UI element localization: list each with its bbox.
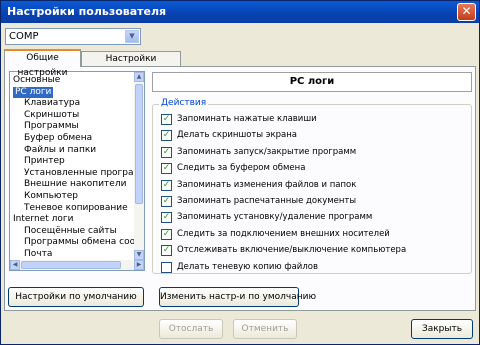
option-label: Запоминать изменения файлов и папок <box>177 179 357 190</box>
tree-item[interactable]: Буфер обмена <box>24 133 92 144</box>
tree-item[interactable]: Клавиатура <box>24 98 80 109</box>
user-select-value: COMP <box>9 31 39 42</box>
tree-item[interactable]: Почта <box>24 249 52 260</box>
chevron-down-icon[interactable]: ▼ <box>125 30 139 43</box>
settings-tree[interactable]: ОсновныеPC логиКлавиатураСкриншотыПрогра… <box>9 71 145 271</box>
defaults-button[interactable]: Настройки по умолчанию <box>8 287 144 307</box>
scroll-down-icon[interactable]: ▼ <box>134 250 144 260</box>
checkbox-checked[interactable]: ✓ <box>161 245 172 257</box>
checkbox-checked[interactable]: ✓ <box>161 196 172 207</box>
option-label: Делать теневую копию файлов <box>177 261 318 272</box>
cancel-button[interactable]: Отослать <box>159 319 223 339</box>
section-heading: PC логи <box>152 72 472 92</box>
tab-panel: ОсновныеPC логиКлавиатураСкриншотыПрогра… <box>4 66 476 311</box>
tree-item[interactable]: Компьютер <box>24 191 78 202</box>
tree-item[interactable]: PC логи <box>13 86 54 98</box>
user-select[interactable]: COMP ▼ <box>5 28 141 45</box>
checkbox-checked[interactable]: ✓ <box>161 179 172 191</box>
scroll-thumb[interactable] <box>135 84 143 204</box>
apply-button[interactable]: Отменить <box>233 319 297 339</box>
option-label: Делать скриншоты экрана <box>177 130 297 141</box>
settings-dialog: Настройки пользователя ✕ COMP ▼ Общие на… <box>0 0 480 345</box>
tab-label: Общие настройки <box>17 53 68 78</box>
option-label: Запоминать установку/удаление программ <box>177 212 373 223</box>
window-title: Настройки пользователя <box>7 5 167 18</box>
checkbox-checked[interactable]: ✓ <box>161 130 172 142</box>
tree-item[interactable]: Файлы и папки <box>24 145 96 156</box>
title-bar[interactable]: Настройки пользователя ✕ <box>1 1 479 23</box>
tree-item[interactable]: Теневое копирование <box>24 203 128 214</box>
close-button[interactable]: Закрыть <box>411 319 473 339</box>
option-label: Отслеживать включение/выключение компьют… <box>177 245 407 256</box>
tree-horizontal-scrollbar[interactable]: ◀ ▶ <box>10 260 144 270</box>
scroll-right-icon[interactable]: ▶ <box>134 260 144 270</box>
close-icon[interactable]: ✕ <box>457 3 476 21</box>
actions-group: Действия ✓ Запоминать нажатые клавиши ✓ Дел… <box>152 98 472 274</box>
tab-security-settings[interactable]: Настройки безопасности <box>81 51 181 79</box>
scroll-left-icon[interactable]: ◀ <box>10 260 20 270</box>
tab-general-settings[interactable]: Общие настройки <box>4 49 81 78</box>
option-label: Запоминать распечатанные документы <box>177 196 357 206</box>
checkbox-checked[interactable]: ✓ <box>161 163 172 175</box>
tree-item[interactable]: Программы <box>24 121 79 132</box>
group-label: Действия <box>159 98 209 108</box>
option-label: Запоминать нажатые клавиши <box>177 114 317 124</box>
checkbox-checked[interactable]: ✓ <box>161 114 172 125</box>
checkbox-checked[interactable]: ✓ <box>161 228 172 240</box>
tree-vertical-scrollbar[interactable]: ▲ ▼ <box>134 72 144 260</box>
checkbox-unchecked[interactable] <box>161 261 172 273</box>
scroll-thumb[interactable] <box>21 261 121 269</box>
option-label: Следить за буфером обмена <box>177 163 306 174</box>
tree-item[interactable]: Посещённые сайты <box>24 226 117 237</box>
tree-item[interactable]: Скриншоты <box>24 110 79 121</box>
option-label: Следить за подключением внешних носителе… <box>177 228 390 239</box>
tree-item[interactable]: Программы обмена сообщениями <box>24 237 144 248</box>
option-label: Запоминать запуск/закрытие программ <box>177 146 357 157</box>
scroll-up-icon[interactable]: ▲ <box>134 72 144 82</box>
tree-item[interactable]: Принтер <box>24 156 65 167</box>
change-defaults-button[interactable]: Изменить настр-и по умолчанию <box>159 287 316 307</box>
checkbox-checked[interactable]: ✓ <box>161 212 172 224</box>
checkbox-checked[interactable]: ✓ <box>161 146 172 158</box>
tree-item[interactable]: Установленные программы <box>24 168 144 179</box>
tree-item[interactable]: Internet логи <box>13 214 73 225</box>
tree-item[interactable]: Внешние накопители <box>24 179 126 190</box>
